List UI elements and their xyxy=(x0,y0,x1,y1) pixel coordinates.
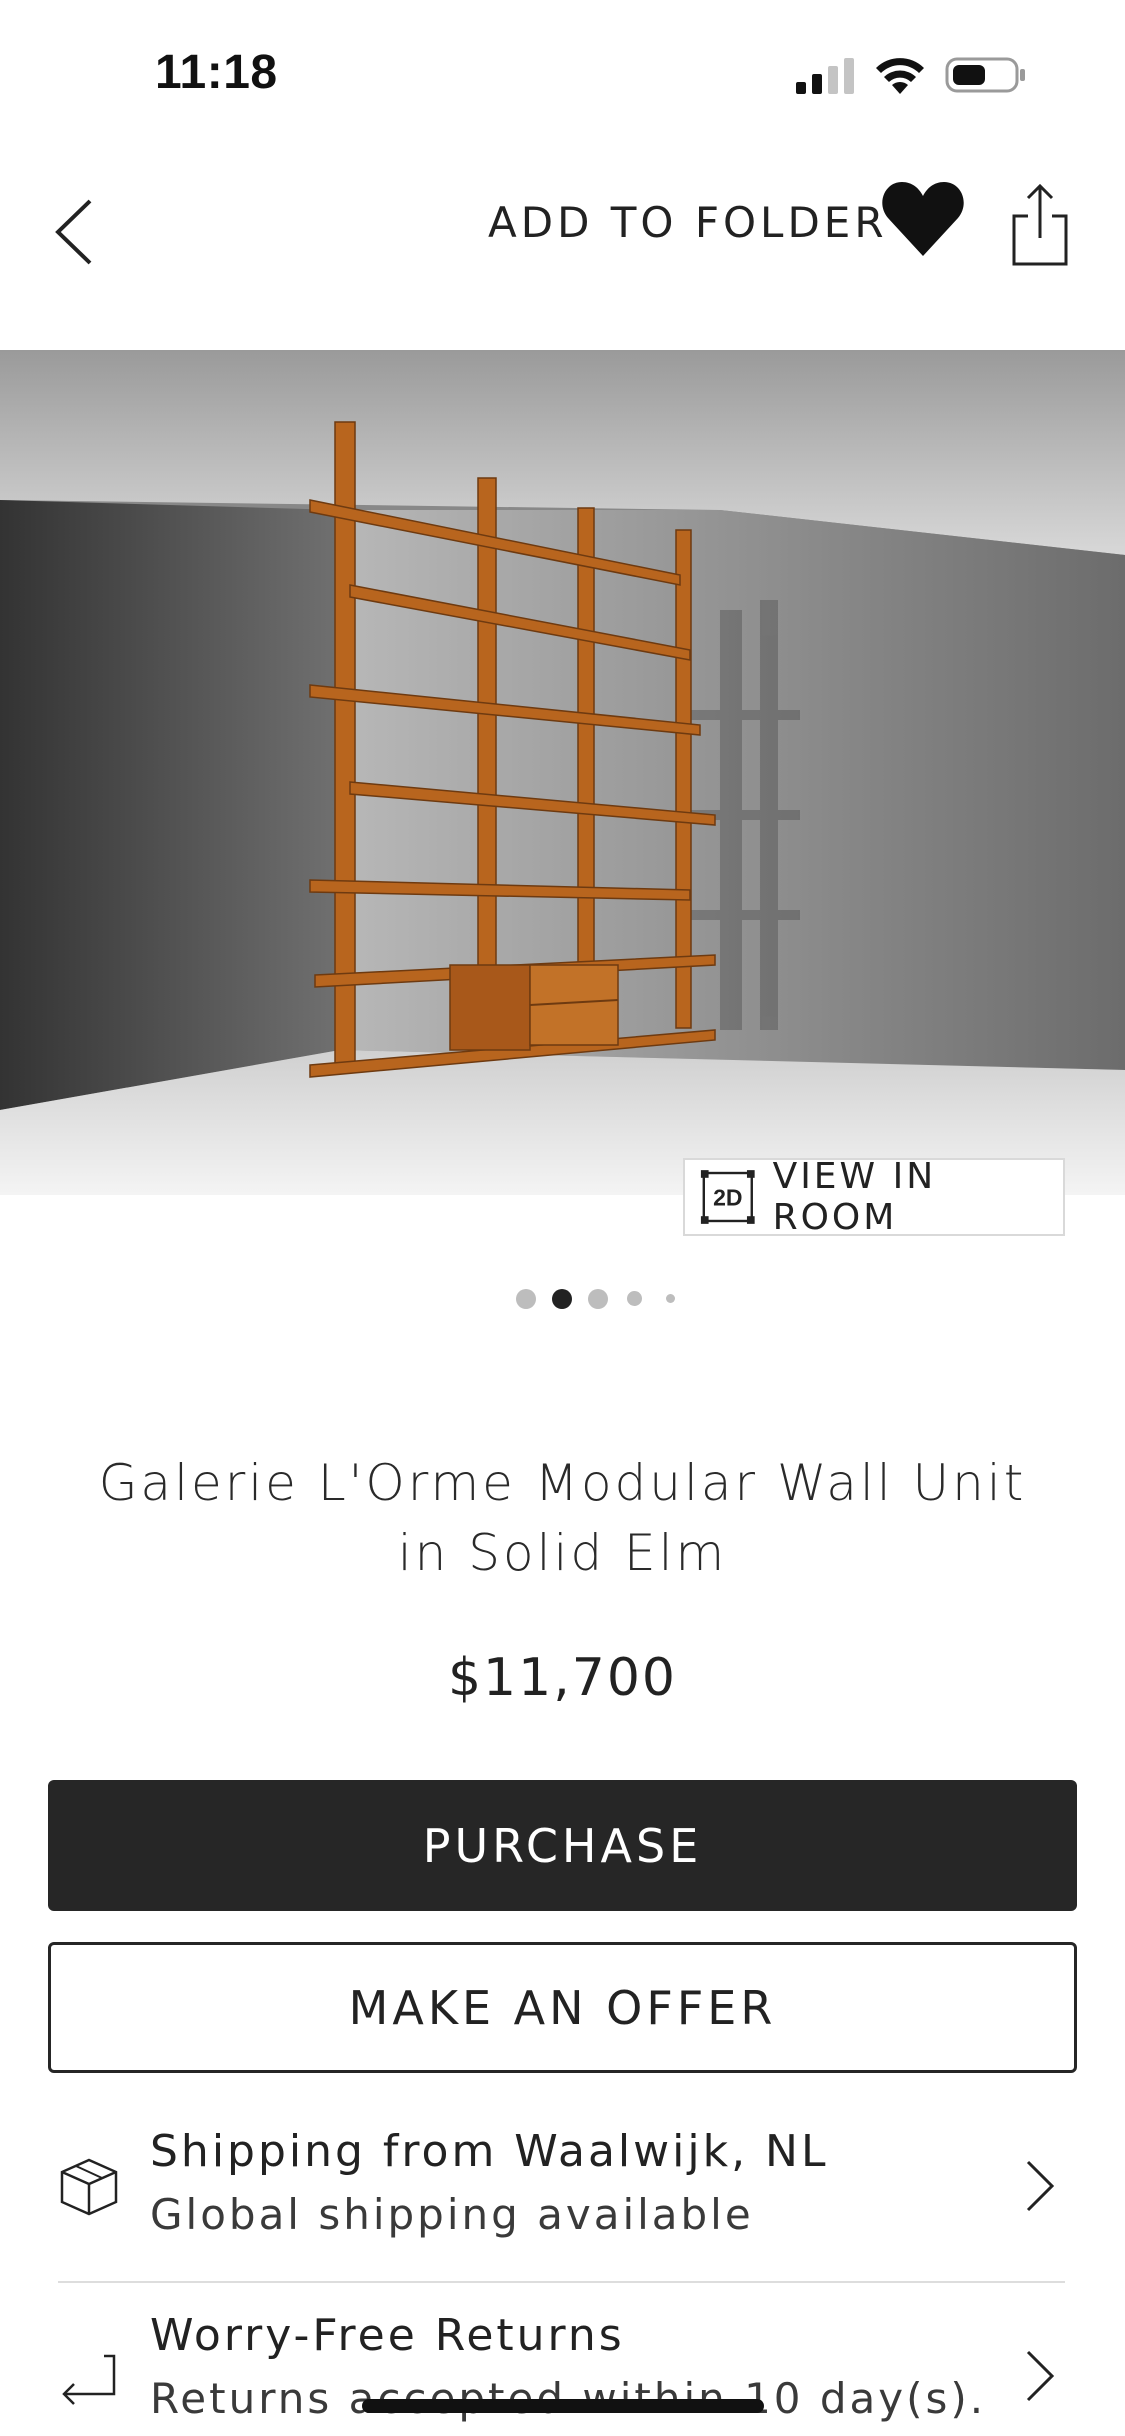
heart-icon[interactable] xyxy=(880,176,966,262)
top-nav: ADD TO FOLDER xyxy=(0,150,1125,350)
wifi-icon xyxy=(876,58,924,94)
shipping-subtitle: Global shipping available xyxy=(150,2190,754,2239)
carousel-dot[interactable] xyxy=(627,1291,642,1306)
product-image[interactable] xyxy=(0,350,1125,1195)
chevron-right-icon xyxy=(1026,2350,1055,2402)
returns-row[interactable]: Worry-Free Returns Returns accepted with… xyxy=(0,2300,1125,2436)
chevron-right-icon xyxy=(1026,2160,1055,2212)
make-offer-button[interactable]: MAKE AN OFFER xyxy=(48,1942,1077,2073)
product-title: Galerie L'Orme Modular Wall Unit in Soli… xyxy=(98,1454,1027,1582)
shelf-illustration xyxy=(0,350,1125,1195)
return-arrow-icon xyxy=(62,2354,116,2405)
carousel-dot[interactable] xyxy=(516,1289,536,1309)
view-2d-icon: 2D xyxy=(700,1170,755,1224)
view-in-room-label: VIEW IN ROOM xyxy=(772,1156,937,1238)
view-2d-badge: 2D xyxy=(713,1185,742,1211)
battery-icon xyxy=(945,57,1025,93)
divider xyxy=(58,2281,1065,2283)
carousel-dot-active[interactable] xyxy=(552,1289,572,1309)
product-price: $11,700 xyxy=(447,1648,678,1708)
carousel-dot[interactable] xyxy=(666,1294,675,1303)
chevron-left-icon xyxy=(55,199,92,265)
shipping-row[interactable]: Shipping from Waalwijk, NL Global shippi… xyxy=(0,2110,1125,2260)
status-bar: 11:18 xyxy=(0,0,1125,150)
purchase-button[interactable]: PURCHASE xyxy=(48,1780,1077,1911)
home-indicator xyxy=(362,2399,764,2413)
add-to-folder-button[interactable]: ADD TO FOLDER xyxy=(488,198,888,247)
signal-icon xyxy=(796,58,854,94)
carousel-dots xyxy=(0,1286,1125,1316)
shipping-title: Shipping from Waalwijk, NL xyxy=(150,2126,829,2177)
share-icon[interactable] xyxy=(1010,182,1070,268)
returns-title: Worry-Free Returns xyxy=(150,2310,625,2361)
status-time: 11:18 xyxy=(155,46,278,99)
back-button[interactable] xyxy=(40,182,110,282)
carousel-dot[interactable] xyxy=(588,1289,608,1309)
view-in-room-button[interactable]: 2D VIEW IN ROOM xyxy=(683,1156,1065,1238)
package-icon xyxy=(60,2158,118,2216)
